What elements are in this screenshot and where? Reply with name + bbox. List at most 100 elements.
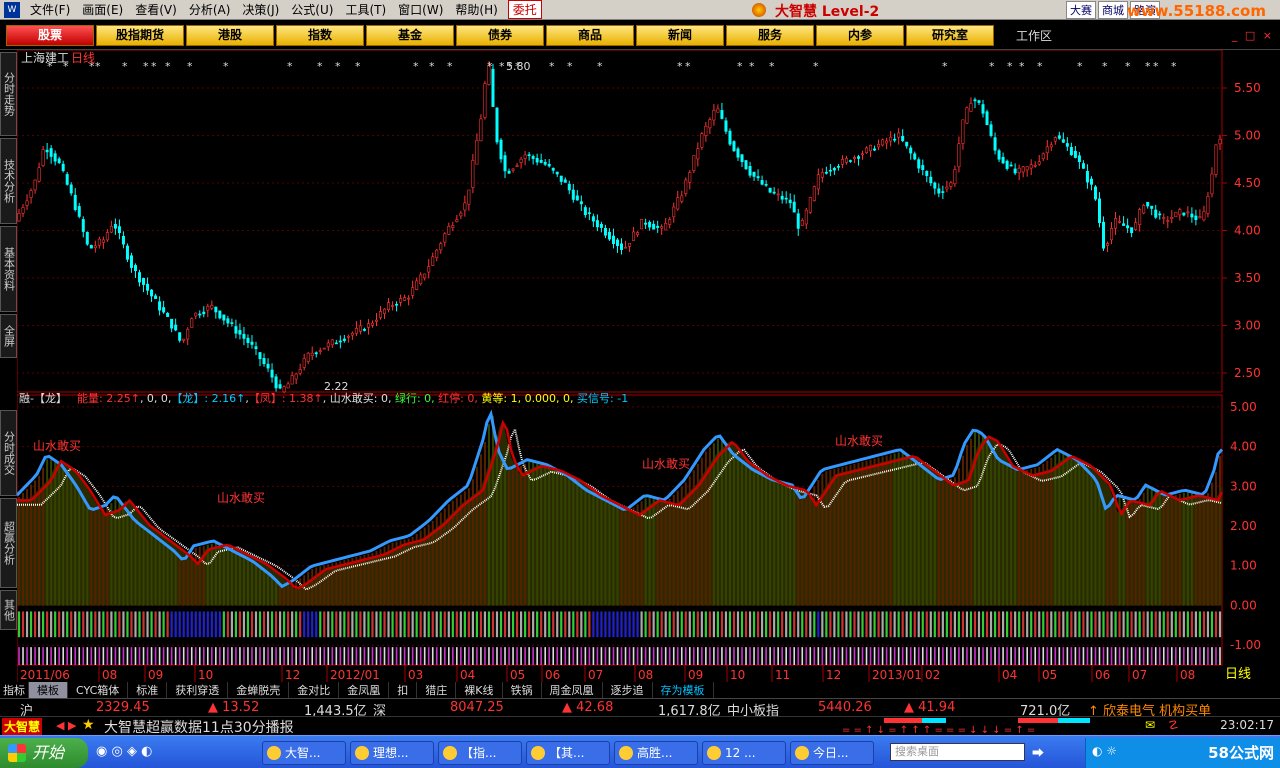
tab-jinchan[interactable]: 金蝉脱壳 bbox=[228, 682, 290, 698]
menu-view[interactable]: 查看(V) bbox=[129, 1, 183, 18]
task-qi[interactable]: 【其... bbox=[526, 741, 610, 765]
tab-kou[interactable]: 扣 bbox=[389, 682, 418, 698]
candle-body bbox=[832, 168, 836, 171]
tab-cyc[interactable]: CYC箱体 bbox=[68, 682, 129, 698]
candle-body bbox=[97, 238, 101, 246]
task-zhi[interactable]: 【指... bbox=[438, 741, 522, 765]
candle-body bbox=[1017, 167, 1021, 174]
ticker-text[interactable]: 大智慧超赢数据11点30分播报 bbox=[104, 717, 294, 737]
window-controls[interactable]: _ □ × bbox=[1232, 29, 1274, 42]
menu-tools[interactable]: 工具(T) bbox=[339, 1, 392, 18]
start-button[interactable]: 开始 bbox=[0, 738, 88, 768]
quick-launch-icons[interactable]: ◉ ◎ ◈ ◐ bbox=[96, 744, 152, 759]
tab-stocks[interactable]: 股票 bbox=[6, 25, 94, 46]
save-template-button[interactable]: 存为模板 bbox=[653, 682, 714, 698]
candle-body bbox=[836, 166, 840, 168]
tab-zhubuzhui[interactable]: 逐步追 bbox=[603, 682, 653, 698]
tab-template[interactable]: 模板 bbox=[29, 682, 68, 698]
candle-body bbox=[129, 255, 133, 268]
zx-index[interactable]: 5440.26 bbox=[818, 700, 872, 715]
tab-liezhuang[interactable]: 猎庄 bbox=[417, 682, 457, 698]
candle-body bbox=[736, 148, 740, 158]
indicator-tick-label: 1.00 bbox=[1230, 559, 1257, 573]
tab-news[interactable]: 新闻 bbox=[636, 25, 724, 46]
tab-insider[interactable]: 内参 bbox=[816, 25, 904, 46]
stock-chart[interactable]: * * * * * * * * * * * * * * * * * * * * * * * * * * * * * * * * * * * * * * * *… bbox=[17, 50, 1280, 682]
tab-profit[interactable]: 获利穿透 bbox=[167, 682, 229, 698]
link-mall[interactable]: 商城 bbox=[1098, 1, 1128, 19]
menu-formula[interactable]: 公式(U) bbox=[285, 1, 339, 18]
task-lixiang[interactable]: 理想... bbox=[350, 741, 434, 765]
tab-index-futures[interactable]: 股指期货 bbox=[96, 25, 184, 46]
candle-body bbox=[788, 199, 792, 204]
weituo-button[interactable]: 委托 bbox=[507, 0, 542, 19]
tab-research[interactable]: 研究室 bbox=[906, 25, 994, 46]
candle-body bbox=[981, 104, 985, 114]
ie-icon bbox=[531, 746, 545, 760]
tab-commodities[interactable]: 商品 bbox=[546, 25, 634, 46]
tab-jinduibi[interactable]: 金对比 bbox=[289, 682, 340, 698]
sidetab-other[interactable]: 其他 bbox=[0, 590, 17, 630]
search-go-icon[interactable]: ⮕ bbox=[1032, 744, 1044, 761]
link-contest[interactable]: 大赛 bbox=[1066, 1, 1096, 19]
tab-naked-k[interactable]: 裸K线 bbox=[456, 682, 503, 698]
candle-body bbox=[756, 176, 760, 179]
candle-body bbox=[591, 216, 595, 222]
candle-body bbox=[399, 298, 403, 303]
alert-icon[interactable]: ☡ bbox=[1168, 718, 1179, 732]
tab-index[interactable]: 指数 bbox=[276, 25, 364, 46]
menu-help[interactable]: 帮助(H) bbox=[449, 1, 503, 18]
candle-body bbox=[73, 194, 77, 210]
menu-decision[interactable]: 决策(J) bbox=[236, 1, 285, 18]
sidetab-super-analysis[interactable]: 超赢分析 bbox=[0, 498, 17, 588]
sidetab-fundamentals[interactable]: 基本资料 bbox=[0, 226, 17, 312]
tab-funds[interactable]: 基金 bbox=[366, 25, 454, 46]
candle-body bbox=[1166, 220, 1170, 222]
sh-index[interactable]: 2329.45 bbox=[96, 700, 150, 715]
side-tabs: 分时走势 技术分析 基本资料 全屏 分时成交 超赢分析 其他 bbox=[0, 50, 17, 682]
signal-star-icon: * bbox=[1019, 60, 1025, 73]
task-jinri[interactable]: 今日... bbox=[790, 741, 874, 765]
sidetab-fullscreen[interactable]: 全屏 bbox=[0, 314, 17, 358]
tab-hk-stocks[interactable]: 港股 bbox=[186, 25, 274, 46]
candle-body bbox=[1057, 135, 1061, 139]
tab-standard[interactable]: 标准 bbox=[128, 682, 168, 698]
candle-body bbox=[1013, 168, 1017, 174]
menu-file[interactable]: 文件(F) bbox=[24, 1, 76, 18]
sidetab-trades[interactable]: 分时成交 bbox=[0, 410, 17, 496]
task-gaosheng[interactable]: 高胜... bbox=[614, 741, 698, 765]
date-label: 2012/01 bbox=[330, 668, 380, 682]
tray-icons[interactable]: ◐ ☼ bbox=[1092, 744, 1117, 758]
sidetab-technical[interactable]: 技术分析 bbox=[0, 138, 17, 224]
workarea-label[interactable]: 工作区 bbox=[1016, 27, 1052, 44]
candle-body bbox=[708, 119, 712, 129]
tab-services[interactable]: 服务 bbox=[726, 25, 814, 46]
ticker-nav-arrows-icon[interactable]: ◀ ▶ bbox=[56, 719, 76, 732]
menu-analysis[interactable]: 分析(A) bbox=[183, 1, 237, 18]
template-tab-bar: 指标 模板 CYC箱体 标准 获利穿透 金蝉脱壳 金对比 金凤凰 扣 猎庄 裸K… bbox=[0, 682, 1280, 698]
tab-jinfenghuang[interactable]: 金凤凰 bbox=[339, 682, 390, 698]
tab-weekly-fenghuang[interactable]: 周金凤凰 bbox=[542, 682, 603, 698]
menu-view-screen[interactable]: 画面(E) bbox=[76, 1, 129, 18]
sz-change: ▲ 42.68 bbox=[562, 700, 614, 715]
candle-body bbox=[684, 179, 688, 194]
candle-body bbox=[1162, 217, 1166, 219]
task-dzh[interactable]: 大智... bbox=[262, 741, 346, 765]
candle-body bbox=[117, 226, 121, 234]
desktop-search-input[interactable]: 搜索桌面 bbox=[890, 743, 1025, 761]
candle-body bbox=[768, 187, 772, 193]
task-12[interactable]: 12 ... bbox=[702, 741, 786, 765]
candle-body bbox=[921, 165, 925, 170]
candle-body bbox=[1073, 150, 1077, 158]
legend-item: 【凤】 bbox=[249, 392, 282, 405]
tab-tieguo[interactable]: 铁锅 bbox=[503, 682, 542, 698]
candle-body bbox=[391, 305, 395, 307]
candle-body bbox=[676, 197, 680, 210]
tab-bonds[interactable]: 债券 bbox=[456, 25, 544, 46]
menu-window[interactable]: 窗口(W) bbox=[392, 1, 449, 18]
candle-body bbox=[632, 231, 636, 241]
sz-index[interactable]: 8047.25 bbox=[450, 700, 504, 715]
sidetab-intraday[interactable]: 分时走势 bbox=[0, 52, 17, 136]
mail-icon[interactable]: ✉ bbox=[1145, 718, 1155, 732]
tab-indicator[interactable]: 指标 bbox=[0, 682, 29, 698]
